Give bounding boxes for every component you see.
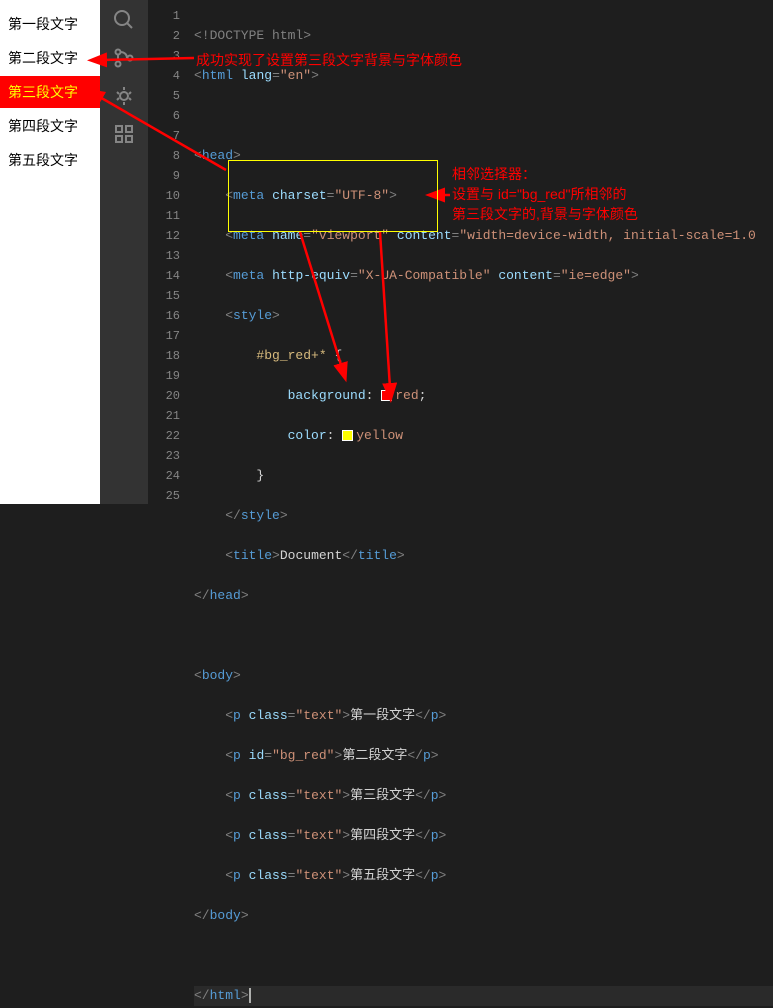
line-number: 2: [148, 26, 180, 46]
line-number: 1: [148, 6, 180, 26]
line-number: 6: [148, 106, 180, 126]
line-number: 15: [148, 286, 180, 306]
line-number: 24: [148, 466, 180, 486]
color-swatch-red: [381, 390, 392, 401]
line-number: 17: [148, 326, 180, 346]
code-editor[interactable]: 1 2 3 4 5 6 7 8 9 10 11 12 13 14 15 16 1…: [148, 0, 773, 504]
annotation-right-2: 设置与 id="bg_red"所相邻的: [452, 184, 627, 204]
line-number: 9: [148, 166, 180, 186]
line-number: 4: [148, 66, 180, 86]
line-number: 10: [148, 186, 180, 206]
line-number: 23: [148, 446, 180, 466]
color-swatch-yellow: [342, 430, 353, 441]
preview-p4: 第四段文字: [0, 110, 100, 142]
line-number: 7: [148, 126, 180, 146]
line-number: 21: [148, 406, 180, 426]
line-number: 20: [148, 386, 180, 406]
line-number: 18: [148, 346, 180, 366]
code-content[interactable]: <!DOCTYPE html> <html lang="en"> <head> …: [194, 0, 773, 504]
preview-p5: 第五段文字: [0, 144, 100, 176]
line-number: 11: [148, 206, 180, 226]
line-number: 19: [148, 366, 180, 386]
activity-bar: [100, 0, 148, 504]
line-number: 8: [148, 146, 180, 166]
preview-p3: 第三段文字: [0, 76, 100, 108]
debug-icon[interactable]: [112, 84, 136, 108]
line-number: 22: [148, 426, 180, 446]
code-text: <!DOCTYPE html>: [194, 28, 311, 43]
preview-p2: 第二段文字: [0, 42, 100, 74]
line-number: 3: [148, 46, 180, 66]
text-cursor: [249, 988, 251, 1003]
line-number: 13: [148, 246, 180, 266]
line-number: 25: [148, 486, 180, 506]
preview-p1: 第一段文字: [0, 8, 100, 40]
annotation-right-3: 第三段文字的,背景与字体颜色: [452, 204, 638, 224]
source-control-icon[interactable]: [112, 46, 136, 70]
line-number: 14: [148, 266, 180, 286]
annotation-right-1: 相邻选择器：: [452, 164, 536, 184]
annotation-top: 成功实现了设置第三段文字背景与字体颜色: [196, 50, 462, 70]
line-number-gutter: 1 2 3 4 5 6 7 8 9 10 11 12 13 14 15 16 1…: [148, 0, 194, 504]
extensions-icon[interactable]: [112, 122, 136, 146]
search-icon[interactable]: [112, 8, 136, 32]
line-number: 5: [148, 86, 180, 106]
line-number: 12: [148, 226, 180, 246]
line-number: 16: [148, 306, 180, 326]
annotation-highlight-box: [228, 160, 438, 232]
browser-preview-panel: 第一段文字 第二段文字 第三段文字 第四段文字 第五段文字: [0, 0, 100, 504]
